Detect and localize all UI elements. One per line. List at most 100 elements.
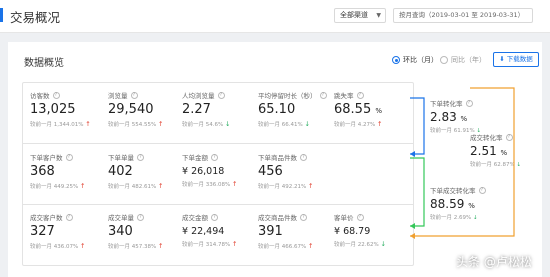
compare-label: 较前一月 bbox=[258, 184, 281, 190]
metric-label-text: 成交客户数 bbox=[30, 214, 63, 222]
metric-value-text: 327 bbox=[30, 224, 55, 239]
arrow-up-icon: ↑ bbox=[158, 120, 164, 128]
rate-compare: 较前一月 2.69% ↓ bbox=[430, 213, 530, 221]
metric-label: 成交客户数? bbox=[30, 212, 108, 222]
channel-select[interactable]: 全部渠道 ▼ bbox=[334, 8, 386, 23]
rate-label-text: 下单转化率 bbox=[430, 100, 463, 108]
compare-label: 较前一月 bbox=[258, 244, 281, 250]
metric-card: 访客数? 13,025 较前一月 1,344.01% ↑ bbox=[30, 90, 108, 128]
page-title: 交易概况 bbox=[10, 10, 61, 25]
metric-card: 下单单量? 402 较前一月 482.61% ↑ bbox=[108, 152, 186, 190]
metric-compare: 较前一月 554.55% ↑ bbox=[108, 120, 186, 128]
help-icon[interactable]: ? bbox=[130, 91, 138, 99]
radio-checked-icon bbox=[392, 56, 400, 64]
date-range-picker[interactable]: 按月查询（2019-03-01 至 2019-03-31） bbox=[393, 8, 533, 23]
help-icon[interactable]: ? bbox=[211, 153, 218, 161]
toggle-mom[interactable]: 环比（月） bbox=[392, 55, 438, 65]
metric-compare: 较前一月 466.67% ↑ bbox=[258, 242, 336, 250]
arrow-up-icon: ↑ bbox=[232, 180, 238, 188]
metric-value-text: ¥ 22,494 bbox=[182, 226, 225, 237]
download-icon: ⬇ bbox=[499, 55, 505, 63]
arrow-down-icon: ↓ bbox=[380, 240, 386, 248]
metric-value-text: 13,025 bbox=[30, 102, 76, 117]
metric-label: 下单单量? bbox=[108, 152, 186, 162]
compare-value: 449.25% bbox=[53, 184, 79, 190]
metric-card: 下单金额? ¥ 26,018 较前一月 336.08% ↑ bbox=[182, 152, 260, 188]
compare-label: 较前一月 bbox=[108, 184, 131, 190]
arrow-down-icon: ↓ bbox=[473, 215, 478, 221]
help-icon[interactable]: ? bbox=[319, 91, 327, 99]
metric-label-text: 成交金额 bbox=[182, 214, 208, 222]
metric-card: 下单商品件数? 456 较前一月 492.21% ↑ bbox=[258, 152, 336, 190]
metric-label-text: 下单单量 bbox=[108, 154, 134, 162]
metric-value: ¥ 26,018 bbox=[182, 166, 260, 177]
arrow-up-icon: ↑ bbox=[308, 182, 314, 190]
metric-label: 访客数? bbox=[30, 90, 108, 100]
arrow-down-icon: ↓ bbox=[225, 120, 231, 128]
rate-label-text: 成交转化率 bbox=[470, 134, 503, 142]
rate-value: 88.59 % bbox=[430, 197, 530, 211]
metric-compare: 较前一月 4.27% ↑ bbox=[334, 120, 412, 128]
help-icon[interactable]: ? bbox=[465, 99, 473, 107]
metric-compare: 较前一月 66.41% ↓ bbox=[258, 120, 336, 128]
rate-label: 下单转化率? bbox=[430, 98, 530, 108]
metric-card: 平均停留时长（秒）? 65.10 较前一月 66.41% ↓ bbox=[258, 90, 336, 128]
metric-value: ¥ 68.79 bbox=[334, 226, 412, 237]
conversion-rate-card: 下单成交转化率? 88.59 % 较前一月 2.69% ↓ bbox=[430, 185, 530, 235]
download-button[interactable]: ⬇ 下载数据 bbox=[493, 52, 539, 67]
metric-card: 跳失率? 68.55 % 较前一月 4.27% ↑ bbox=[334, 90, 412, 128]
help-icon[interactable]: ? bbox=[65, 213, 73, 221]
help-icon[interactable]: ? bbox=[356, 91, 364, 99]
compare-value: 4.27% bbox=[357, 122, 376, 128]
help-icon[interactable]: ? bbox=[356, 213, 364, 221]
compare-value: 54.6% bbox=[205, 122, 224, 128]
help-icon[interactable]: ? bbox=[300, 153, 307, 161]
compare-value: 314.78% bbox=[205, 242, 231, 248]
metric-value-text: 65.10 bbox=[258, 102, 296, 117]
compare-value: 1,344.01% bbox=[53, 122, 84, 128]
rate-value-text: 2.51 bbox=[470, 144, 497, 158]
compare-value: 466.67% bbox=[281, 244, 307, 250]
compare-label: 较前一月 bbox=[430, 215, 453, 221]
metric-compare: 较前一月 22.62% ↓ bbox=[334, 240, 412, 248]
help-icon[interactable]: ? bbox=[505, 133, 513, 141]
metric-value: 402 bbox=[108, 164, 186, 179]
metric-unit: % bbox=[375, 107, 383, 115]
metric-value: 29,540 bbox=[108, 102, 186, 117]
rate-unit: % bbox=[460, 115, 468, 123]
metric-value: 340 bbox=[108, 224, 186, 239]
help-icon[interactable]: ? bbox=[52, 91, 60, 99]
arrow-down-icon: ↓ bbox=[516, 162, 522, 168]
compare-value: 336.08% bbox=[205, 182, 231, 188]
metric-compare: 较前一月 54.6% ↓ bbox=[182, 120, 260, 128]
help-icon[interactable]: ? bbox=[137, 153, 144, 161]
help-icon[interactable]: ? bbox=[300, 213, 307, 221]
rate-value-text: 88.59 bbox=[430, 197, 465, 211]
metric-value: 2.27 bbox=[182, 102, 260, 117]
arrow-up-icon: ↑ bbox=[80, 182, 86, 190]
compare-label: 较前一月 bbox=[30, 244, 53, 250]
help-icon[interactable]: ? bbox=[65, 153, 73, 161]
metric-label: 成交商品件数? bbox=[258, 212, 336, 222]
rate-compare: 较前一月 62.87% ↓ bbox=[470, 160, 550, 168]
arrow-up-icon: ↑ bbox=[377, 120, 383, 128]
compare-label: 较前一月 bbox=[182, 122, 205, 128]
compare-value: 482.61% bbox=[131, 184, 157, 190]
metric-card: 成交单量? 340 较前一月 457.38% ↑ bbox=[108, 212, 186, 250]
help-icon[interactable]: ? bbox=[211, 213, 218, 221]
rate-value-text: 2.83 bbox=[430, 110, 457, 124]
compare-label: 较前一月 bbox=[108, 244, 131, 250]
help-icon[interactable]: ? bbox=[478, 186, 486, 194]
metric-value-text: 68.55 bbox=[334, 102, 372, 117]
compare-value: 457.38% bbox=[131, 244, 157, 250]
top-bar: 交易概况 全部渠道 ▼ 按月查询（2019-03-01 至 2019-03-31… bbox=[0, 0, 550, 33]
metric-card: 成交商品件数? 391 较前一月 466.67% ↑ bbox=[258, 212, 336, 250]
metric-label: 下单金额? bbox=[182, 152, 260, 162]
compare-label: 较前一月 bbox=[334, 122, 357, 128]
toggle-yoy[interactable]: 同比（年） bbox=[440, 55, 486, 65]
help-icon[interactable]: ? bbox=[137, 213, 144, 221]
help-icon[interactable]: ? bbox=[217, 91, 225, 99]
rate-label: 下单成交转化率? bbox=[430, 185, 530, 195]
metric-card: 浏览量? 29,540 较前一月 554.55% ↑ bbox=[108, 90, 186, 128]
arrow-down-icon: ↓ bbox=[304, 120, 310, 128]
